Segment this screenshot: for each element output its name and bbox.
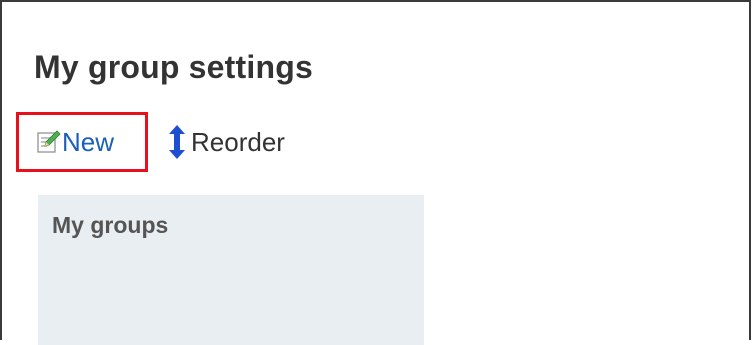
new-button-label: New: [62, 126, 115, 157]
reorder-button[interactable]: Reorder: [166, 124, 285, 160]
page-title: My group settings: [34, 49, 313, 85]
reorder-button-label: Reorder: [191, 126, 285, 157]
vertical-arrows-icon: [166, 124, 188, 160]
new-button[interactable]: New: [16, 112, 148, 172]
window-frame: My group settings New Reorder My groups: [0, 0, 751, 345]
my-groups-heading: My groups: [52, 212, 169, 238]
edit-note-icon: [37, 130, 61, 154]
toolbar: New Reorder: [16, 110, 285, 174]
my-groups-panel: My groups: [38, 195, 424, 345]
